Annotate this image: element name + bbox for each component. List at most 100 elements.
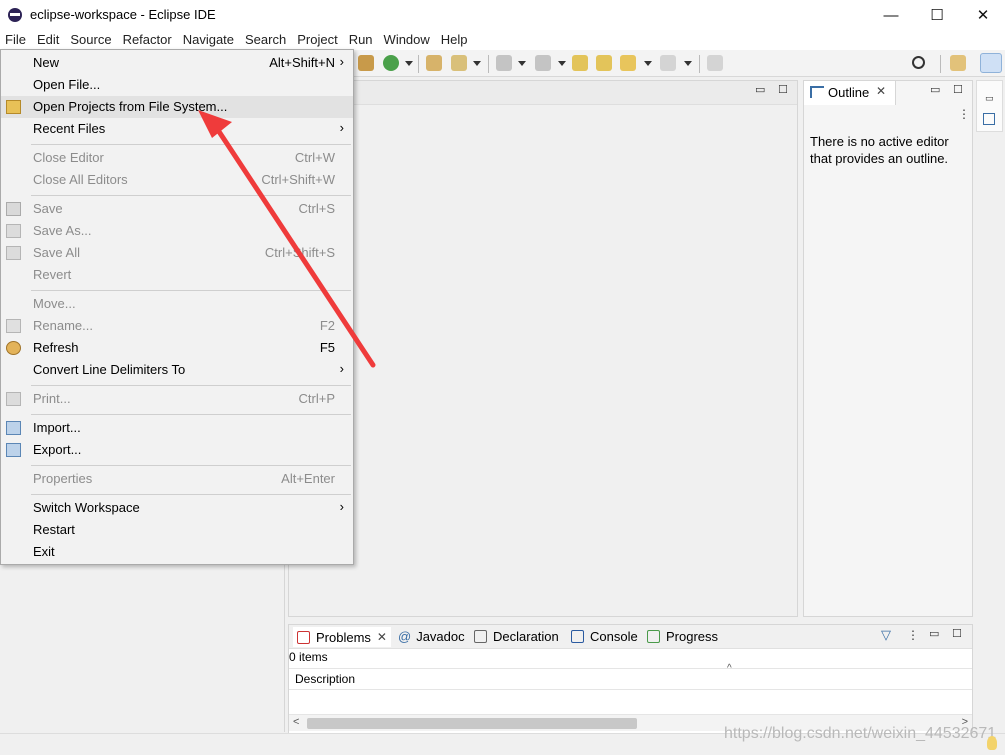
menu-separator [31,465,351,466]
menu-item-label: Close All Editors [33,172,128,187]
menu-search[interactable]: Search [240,30,286,50]
tab-problems[interactable]: Problems ✕ [293,627,391,647]
menu-source[interactable]: Source [65,30,111,50]
run-dropdown-icon[interactable] [405,61,413,66]
menu-item-restart[interactable]: Restart [1,519,353,541]
view-menu-icon[interactable]: ⋮ [907,628,919,642]
close-icon[interactable]: ✕ [876,84,886,98]
menu-item-print[interactable]: Print... Ctrl+P [1,388,353,410]
outline-empty-message: There is no active editor that provides … [810,134,949,166]
filter-icon[interactable]: ▽ [881,627,891,643]
menu-item-shortcut: Ctrl+P [298,391,335,406]
minimize-button[interactable]: — [868,0,914,30]
progress-icon [647,630,660,643]
menu-item-refresh[interactable]: Refresh F5 [1,337,353,359]
tab-outline[interactable]: Outline ✕ [804,81,896,105]
menu-item-close-editor[interactable]: Close Editor Ctrl+W [1,147,353,169]
eclipse-logo-icon [8,8,22,22]
tab-javadoc[interactable]: @ Javadoc [398,629,465,644]
java-perspective-icon[interactable] [980,53,1002,73]
open-type-icon[interactable] [426,55,442,71]
menu-item-move[interactable]: Move... [1,293,353,315]
view-menu-icon[interactable]: ⋮ [958,107,970,121]
problems-tab-bar: Problems ✕ @ Javadoc Declaration Console… [289,625,972,649]
search-dropdown-icon[interactable] [473,61,481,66]
menu-item-label: Convert Line Delimiters To [33,362,186,377]
maximize-button[interactable]: ☐ [914,0,960,30]
menu-file[interactable]: File [0,30,26,50]
menu-item-exit[interactable]: Exit [1,541,353,563]
menu-item-shortcut: Ctrl+Shift+W [261,172,335,187]
menu-item-close-all-editors[interactable]: Close All Editors Ctrl+Shift+W [1,169,353,191]
menu-separator [31,195,351,196]
close-icon[interactable]: ✕ [377,630,387,644]
menu-window[interactable]: Window [379,30,430,50]
menu-separator [31,414,351,415]
rename-icon [6,319,21,333]
minimize-editor-icon[interactable]: ▭ [755,83,765,96]
menu-item-export[interactable]: Export... [1,439,353,461]
description-column-header[interactable]: Description ^ [289,663,972,690]
maximize-problems-icon[interactable]: ☐ [952,627,962,640]
back-icon[interactable] [620,55,636,71]
menu-run[interactable]: Run [344,30,373,50]
menu-item-rename[interactable]: Rename... F2 [1,315,353,337]
prev-annotation-dropdown-icon[interactable] [558,61,566,66]
menu-project[interactable]: Project [292,30,337,50]
pin-editor-icon[interactable] [707,55,723,71]
menu-help[interactable]: Help [436,30,468,50]
tab-declaration[interactable]: Declaration [474,629,559,644]
scroll-left-icon[interactable]: < [293,716,299,728]
description-column-label: Description [295,672,356,686]
tab-javadoc-label: Javadoc [416,629,465,644]
menu-item-save-all[interactable]: Save All Ctrl+Shift+S [1,242,353,264]
menu-item-convert-line-delimiters[interactable]: Convert Line Delimiters To › [1,359,353,381]
maximize-editor-icon[interactable]: ☐ [778,83,788,96]
menu-item-save[interactable]: Save Ctrl+S [1,198,353,220]
menu-item-recent-files[interactable]: Recent Files › [1,118,353,140]
forward-edit-icon[interactable] [596,55,612,71]
menu-item-open-file[interactable]: Open File... [1,74,353,96]
menu-refactor[interactable]: Refactor [118,30,172,50]
last-edit-icon[interactable] [572,55,588,71]
menu-item-shortcut: F5 [319,340,335,355]
search-icon[interactable] [912,56,925,69]
menu-navigate[interactable]: Navigate [178,30,234,50]
print-icon [6,392,21,406]
tab-progress[interactable]: Progress [647,629,718,644]
tab-progress-label: Progress [666,629,719,644]
menu-edit[interactable]: Edit [32,30,59,50]
run-icon[interactable] [383,55,399,71]
scrollbar-thumb[interactable] [307,718,637,729]
tab-console-label: Console [590,629,638,644]
menu-item-label: Move... [33,296,76,311]
search-tool-icon[interactable] [451,55,467,71]
menu-item-open-projects[interactable]: Open Projects from File System... [1,96,353,118]
menu-item-shortcut: Ctrl+W [294,150,335,165]
menu-item-label: Save As... [33,223,92,238]
outline-restore-icon[interactable] [983,113,995,125]
menu-item-import[interactable]: Import... [1,417,353,439]
minimize-problems-icon[interactable]: ▭ [929,627,939,640]
menu-item-label: Revert [33,267,72,282]
menu-item-properties[interactable]: Properties Alt+Enter [1,468,353,490]
menu-item-new[interactable]: New Alt+Shift+N › [1,52,353,74]
tab-declaration-label: Declaration [493,629,559,644]
menu-item-switch-workspace[interactable]: Switch Workspace › [1,497,353,519]
close-button[interactable]: ✕ [960,0,1005,30]
back-dropdown-icon[interactable] [644,61,652,66]
forward-dropdown-icon[interactable] [684,61,692,66]
open-perspective-icon[interactable] [950,55,966,71]
next-annotation-dropdown-icon[interactable] [518,61,526,66]
menu-item-revert[interactable]: Revert [1,264,353,286]
restore-icon[interactable]: ▭ [985,93,994,104]
tip-bulb-icon[interactable] [987,736,997,750]
tab-console[interactable]: Console [571,629,638,644]
next-annotation-icon[interactable] [496,55,512,71]
minimize-outline-icon[interactable]: ▭ [930,83,940,96]
forward-icon[interactable] [660,55,676,71]
maximize-outline-icon[interactable]: ☐ [953,83,963,96]
menu-item-save-as[interactable]: Save As... [1,220,353,242]
new-package-icon[interactable] [358,55,374,71]
prev-annotation-icon[interactable] [535,55,551,71]
